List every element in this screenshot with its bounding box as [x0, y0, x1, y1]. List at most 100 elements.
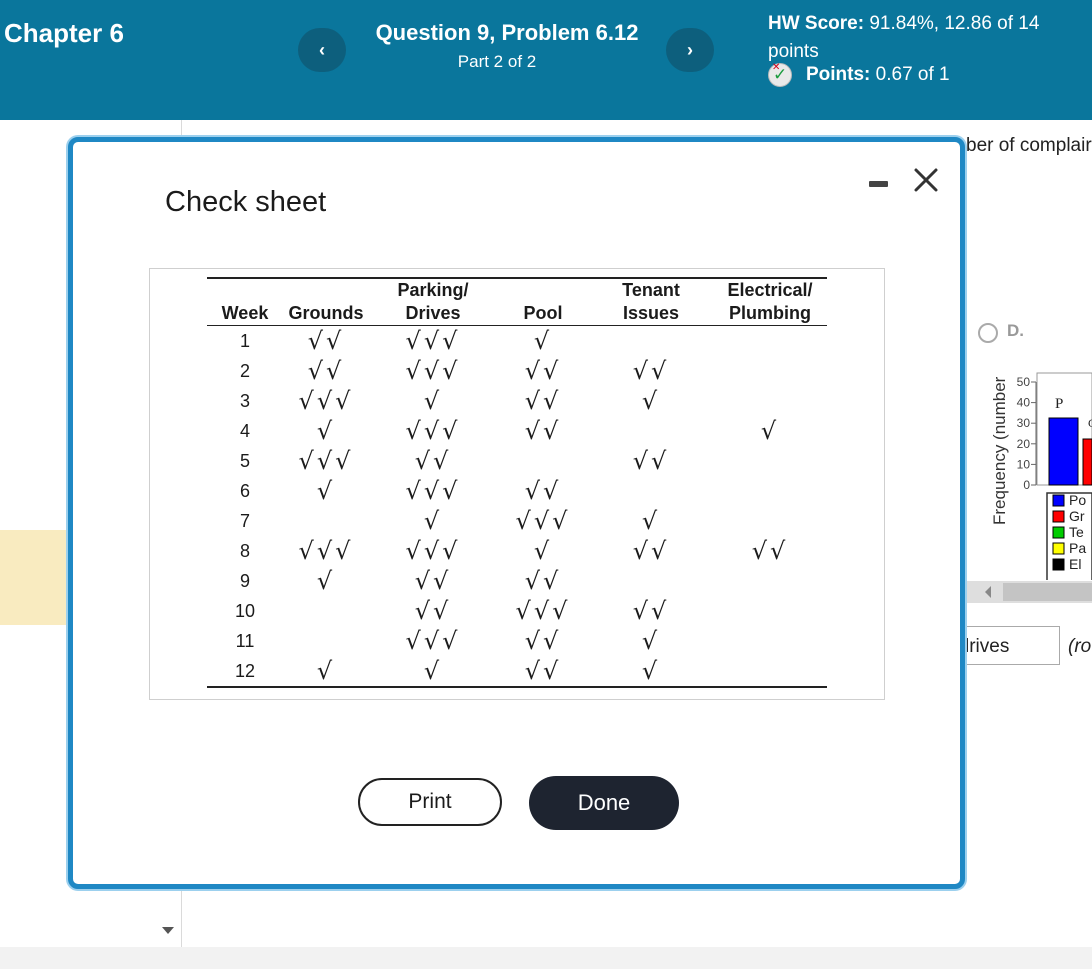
scroll-left-icon[interactable]: [985, 586, 991, 598]
grounds-tally-cell: [283, 596, 369, 626]
pool-tally-cell: √: [533, 327, 553, 355]
week-cell: 4: [239, 420, 250, 441]
tenant-tally-cell: [589, 326, 713, 357]
chart-y-ticks: 50 40 30 20 10 0: [1017, 375, 1036, 492]
previous-question-button[interactable]: ‹: [298, 28, 346, 72]
grounds-tally-cell: [283, 626, 369, 656]
header-week: Week: [207, 278, 283, 326]
electrical-tally-cell: √√: [751, 537, 789, 565]
points-row: ✓ ✕ Points: 0.67 of 1: [768, 62, 950, 87]
pool-tally-cell: √√: [524, 627, 562, 655]
chart-bar-grounds: [1082, 438, 1092, 486]
tenant-tally-cell: √√: [632, 447, 670, 475]
week-cell: 1: [239, 330, 250, 351]
dialog-title: Check sheet: [165, 186, 327, 218]
pool-tally-cell: √√: [524, 657, 562, 685]
week-cell: 10: [234, 600, 256, 621]
legend-label: El: [1069, 556, 1081, 572]
question-title: Question 9, Problem 6.12: [375, 20, 639, 45]
electrical-tally-cell: [713, 356, 827, 386]
electrical-tally-cell: [713, 446, 827, 476]
tenant-tally-cell: √: [641, 657, 661, 685]
electrical-tally-cell: [713, 506, 827, 536]
table-row: 5 √√√ √√ √√: [207, 446, 827, 476]
print-button[interactable]: Print: [358, 778, 502, 826]
option-d-chart: Frequency (number 50 40 30 20 10 0 P C PoGrTe…: [990, 372, 1092, 580]
chart-tick-label: 30: [1017, 416, 1031, 430]
tenant-tally-cell: √: [641, 387, 661, 415]
electrical-tally-cell: [713, 566, 827, 596]
table-row: 6 √ √√√ √√: [207, 476, 827, 506]
tenant-tally-cell: [589, 416, 713, 446]
tenant-tally-cell: √√: [632, 597, 670, 625]
week-cell: 6: [239, 480, 250, 501]
electrical-tally-cell: [713, 626, 827, 656]
table-row: 7 √ √√√ √: [207, 506, 827, 536]
table-row: 8 √√√ √√√ √ √√ √√: [207, 536, 827, 566]
pool-tally-cell: √: [533, 537, 553, 565]
pool-tally-cell: √√√: [515, 597, 571, 625]
table-row: 12 √ √ √√ √: [207, 656, 827, 687]
parking-tally-cell: √√: [414, 597, 452, 625]
grounds-tally-cell: √: [316, 657, 336, 685]
electrical-tally-cell: [713, 596, 827, 626]
parking-tally-cell: √√√: [405, 417, 461, 445]
check-sheet-dialog: Check sheet Week Grounds Parking/Drives …: [68, 137, 965, 889]
electrical-tally-cell: [713, 656, 827, 687]
next-question-button[interactable]: ›: [666, 28, 714, 72]
week-cell: 9: [239, 570, 250, 591]
legend-swatch: [1052, 510, 1065, 523]
table-row: 4 √ √√√ √√ √: [207, 416, 827, 446]
parking-tally-cell: √: [423, 657, 443, 685]
parking-tally-cell: √: [423, 387, 443, 415]
chapter-title: Chapter 6: [4, 18, 124, 48]
table-row: 1 √√ √√√ √: [207, 326, 827, 357]
hw-score: HW Score: 91.84%, 12.86 of 14 points: [768, 10, 1088, 66]
chart-bar-label: P: [1055, 396, 1063, 412]
done-button[interactable]: Done: [529, 776, 679, 830]
partial-credit-icon: ✓ ✕: [768, 62, 792, 87]
close-icon[interactable]: [911, 165, 941, 195]
grounds-tally-cell: √√√: [298, 537, 354, 565]
electrical-tally-cell: [713, 386, 827, 416]
option-d-label: D.: [1007, 321, 1024, 340]
grounds-tally-cell: √√√: [298, 387, 354, 415]
scrollbar-thumb[interactable]: [1003, 583, 1092, 601]
check-sheet-table: Week Grounds Parking/Drives Pool Tenant I…: [207, 277, 827, 688]
electrical-tally-cell: [713, 476, 827, 506]
header-parking-drives: Parking/Drives: [369, 278, 497, 326]
minimize-icon[interactable]: [869, 181, 888, 187]
header-tenant-issues: Tenant Issues: [589, 278, 713, 326]
header-pool: Pool: [497, 278, 589, 326]
legend-swatch: [1052, 542, 1065, 555]
parking-tally-cell: √√√: [405, 627, 461, 655]
parking-tally-cell: √√√: [405, 477, 461, 505]
legend-swatch: [1052, 526, 1065, 539]
pool-tally-cell: √√: [524, 387, 562, 415]
tenant-tally-cell: √√: [632, 357, 670, 385]
legend-label: Gr: [1069, 508, 1085, 524]
tenant-tally-cell: [589, 566, 713, 596]
scroll-down-icon[interactable]: [162, 927, 174, 934]
option-d-radio[interactable]: [978, 323, 998, 343]
table-row: 9 √ √√ √√: [207, 566, 827, 596]
electrical-tally-cell: [713, 326, 827, 357]
points-label: Points:: [806, 64, 871, 85]
header-electrical-plumbing: Electrical/Plumbing: [713, 278, 827, 326]
chart-bar-label-2: C: [1088, 416, 1092, 430]
chart-ylabel: Frequency (number: [990, 376, 1009, 525]
grounds-tally-cell: √√: [307, 357, 345, 385]
legend-swatch: [1052, 558, 1065, 571]
check-sheet-frame: Week Grounds Parking/Drives Pool Tenant I…: [149, 268, 885, 700]
answer-field[interactable]: lrives: [960, 626, 1060, 665]
tenant-tally-cell: √√: [632, 537, 670, 565]
grounds-tally-cell: √: [316, 567, 336, 595]
week-cell: 11: [235, 630, 255, 651]
parking-tally-cell: √√: [414, 567, 452, 595]
parking-tally-cell: √√√: [405, 357, 461, 385]
table-row: 10 √√ √√√ √√: [207, 596, 827, 626]
grounds-tally-cell: [283, 506, 369, 536]
answer-suffix: (ro: [1068, 636, 1092, 657]
table-row: 11 √√√ √√ √: [207, 626, 827, 656]
week-cell: 8: [239, 540, 250, 561]
